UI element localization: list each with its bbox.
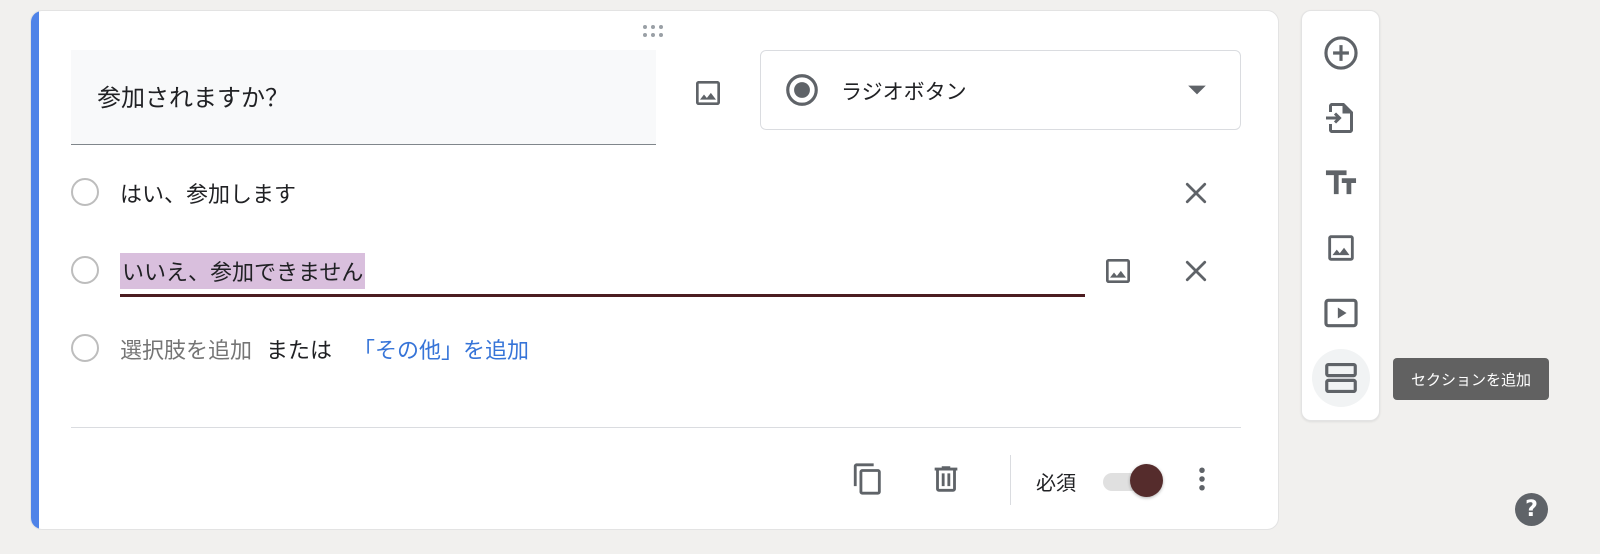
option-image-icon[interactable] — [1099, 252, 1137, 290]
question-card: 参加されますか？ ラジオボタン はい、参加します いいえ、参加できません 選択肢… — [30, 10, 1279, 530]
question-type-dropdown[interactable]: ラジオボタン — [760, 50, 1241, 130]
or-label: または — [266, 339, 333, 364]
question-type-label: ラジオボタン — [841, 80, 967, 104]
drag-handle-icon[interactable] — [643, 25, 671, 39]
add-image-icon[interactable] — [1312, 219, 1370, 277]
active-input-underline — [120, 294, 1085, 297]
radio-button-icon — [786, 74, 818, 106]
option-radio-icon — [71, 178, 99, 206]
add-title-text-icon[interactable] — [1312, 154, 1370, 212]
active-accent-bar — [31, 11, 39, 529]
option-label-editing[interactable]: いいえ、参加できません — [120, 253, 366, 289]
more-options-icon[interactable] — [1182, 457, 1222, 501]
floating-toolbar — [1301, 10, 1380, 421]
option-row: いいえ、参加できません — [71, 247, 1238, 297]
add-option-row: 選択肢を追加 または 「その他」を追加 — [71, 325, 1238, 375]
add-video-icon[interactable] — [1312, 284, 1370, 342]
option-row: はい、参加します — [71, 169, 1238, 219]
remove-option-close-icon[interactable] — [1177, 174, 1215, 212]
footer-vertical-divider — [1010, 455, 1011, 505]
question-title-field[interactable]: 参加されますか？ — [71, 50, 656, 145]
add-section-icon[interactable] — [1312, 349, 1370, 407]
delete-trash-icon[interactable] — [924, 457, 968, 501]
toggle-knob[interactable] — [1130, 464, 1163, 497]
duplicate-icon[interactable] — [846, 457, 890, 501]
footer-divider — [71, 427, 1241, 428]
remove-option-close-icon[interactable] — [1177, 252, 1215, 290]
option-radio-icon — [71, 334, 99, 362]
option-label[interactable]: はい、参加します — [120, 177, 296, 209]
required-label: 必須 — [1036, 471, 1076, 495]
question-title-text[interactable]: 参加されますか？ — [97, 78, 289, 113]
add-option-text: 選択肢を追加 または 「その他」を追加 — [120, 333, 529, 365]
import-questions-icon[interactable] — [1312, 89, 1370, 147]
add-option-link[interactable]: 選択肢を追加 — [120, 339, 252, 364]
add-question-icon[interactable] — [1312, 24, 1370, 82]
dropdown-arrow-icon — [1188, 85, 1206, 95]
add-other-link[interactable]: 「その他」を追加 — [353, 339, 529, 364]
option-radio-icon — [71, 256, 99, 284]
add-section-tooltip: セクションを追加 — [1393, 358, 1549, 400]
help-icon[interactable]: ? — [1515, 493, 1548, 526]
add-image-icon[interactable] — [686, 71, 730, 115]
